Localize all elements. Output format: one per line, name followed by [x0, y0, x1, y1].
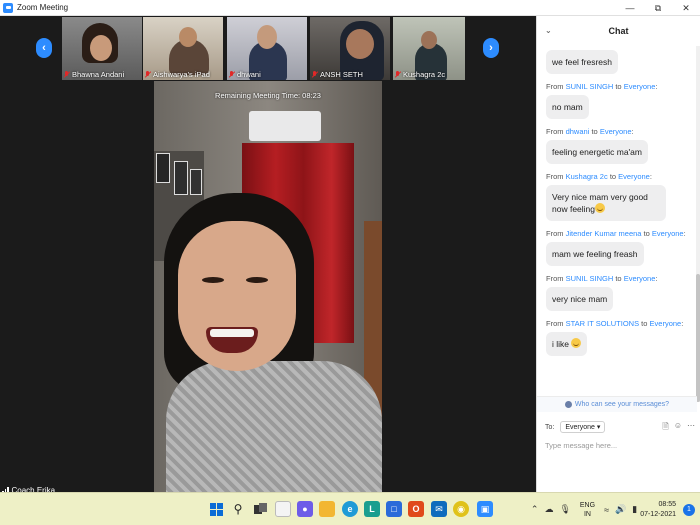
recipient-row: To: Everyone ▾ 🗎 ☺ ⋯ — [545, 420, 695, 434]
chevron-down-icon[interactable]: ⌄ — [545, 26, 552, 35]
scrollbar-thumb[interactable] — [696, 274, 700, 402]
mic-muted-icon — [145, 71, 150, 78]
search-icon[interactable]: ⚲ — [230, 501, 246, 517]
message-bubble: feeling energetic ma'am — [546, 140, 648, 164]
chat-tools: 🗎 ☺ ⋯ — [662, 421, 695, 435]
smile-emoji-icon — [595, 203, 606, 213]
participant-name: dhwani — [229, 70, 261, 79]
message-sender: From Jitender Kumar meena to Everyone: — [546, 229, 686, 238]
message-bubble: we feel fresresh — [546, 50, 618, 74]
chat-message: From SUNIL SINGH to Everyone: no mam — [546, 82, 697, 119]
chat-messages[interactable]: we feel fresresh From SUNIL SINGH to Eve… — [537, 46, 697, 402]
people-icon — [564, 401, 572, 408]
l-app-icon[interactable]: L — [364, 501, 380, 517]
task-view-icon[interactable] — [252, 501, 268, 517]
message-sender: From dhwani to Everyone: — [546, 127, 634, 136]
cloud-icon[interactable]: ☁ — [544, 504, 553, 515]
clock[interactable]: 08:55 07-12-2021 — [640, 500, 676, 520]
zoom-app-icon — [3, 2, 13, 13]
participant-tile[interactable]: Kushagra 2c — [393, 17, 465, 80]
more-icon[interactable]: ⋯ — [687, 421, 695, 435]
system-tray: ⌃ ☁ 🎙 ENG IN ≈ 🔊 ▮ 08:55 07-12-2021 1 — [528, 493, 700, 525]
air-conditioner — [249, 111, 321, 141]
chat-message: From Kushagra 2c to Everyone: Very nice … — [546, 172, 697, 221]
chat-header: ⌄ Chat — [537, 16, 700, 46]
teams-chat-icon[interactable]: ● — [297, 501, 313, 517]
chat-message-input[interactable] — [545, 438, 693, 452]
gallery-prev-button[interactable]: ‹ — [36, 38, 52, 58]
message-bubble: no mam — [546, 95, 589, 119]
chrome-icon[interactable]: ◉ — [453, 501, 469, 517]
mic-muted-icon — [395, 71, 400, 78]
to-label: To: — [545, 423, 555, 431]
title-bar: Zoom Meeting — ⧉ ✕ — [0, 0, 700, 16]
volume-icon[interactable]: 🔊 — [615, 504, 626, 515]
message-sender: From STAR IT SOLUTIONS to Everyone: — [546, 319, 684, 328]
message-bubble: mam we feeling freash — [546, 242, 644, 266]
file-explorer-icon[interactable] — [319, 501, 335, 517]
participant-tile[interactable]: Aishwarya's iPad — [143, 17, 223, 80]
mic-muted-icon — [312, 71, 317, 78]
widgets-icon[interactable] — [275, 501, 291, 517]
message-sender: From SUNIL SINGH to Everyone: — [546, 82, 658, 91]
participant-tile[interactable]: ANSH SETH — [310, 17, 390, 80]
participant-name: ANSH SETH — [312, 70, 363, 79]
close-button[interactable]: ✕ — [672, 0, 700, 16]
chevron-up-icon[interactable]: ⌃ — [531, 504, 539, 515]
windows-start-icon[interactable] — [208, 501, 224, 517]
battery-icon[interactable]: ▮ — [632, 504, 637, 515]
chat-message: From dhwani to Everyone: feeling energet… — [546, 127, 697, 164]
file-icon[interactable]: 🗎 — [662, 421, 668, 435]
message-sender: From SUNIL SINGH to Everyone: — [546, 274, 658, 283]
language-indicator[interactable]: ENG IN — [580, 501, 595, 519]
remaining-time: Remaining Meeting Time: 08:23 — [215, 91, 321, 100]
emoji-icon[interactable]: ☺ — [674, 421, 682, 435]
message-sender: From Kushagra 2c to Everyone: — [546, 172, 652, 181]
message-bubble: Very nice mam very good now feeling — [546, 185, 666, 221]
chat-scrollbar[interactable] — [696, 46, 700, 402]
zoom-taskbar-icon[interactable]: ▣ — [477, 501, 493, 517]
taskbar: ⚲ ● e L □ O ✉ ◉ ▣ ⌃ ☁ 🎙 ENG IN ≈ 🔊 ▮ 08:5… — [0, 492, 700, 525]
smile-emoji-icon — [571, 338, 582, 348]
office-icon[interactable]: O — [408, 501, 424, 517]
edge-browser-icon[interactable]: e — [342, 501, 358, 517]
window-title: Zoom Meeting — [17, 3, 69, 12]
microphone-icon[interactable]: 🎙 — [559, 504, 570, 515]
chat-message: we feel fresresh — [546, 46, 697, 74]
gallery-strip: ‹ Bhawna Andani Aishwarya's iPad dhwani — [0, 16, 536, 80]
store-icon[interactable]: □ — [386, 501, 402, 517]
mic-muted-icon — [229, 71, 234, 78]
wifi-icon[interactable]: ≈ — [604, 505, 609, 515]
message-bubble: i like — [546, 332, 588, 356]
main-speaker-video: Remaining Meeting Time: 08:23 — [154, 81, 382, 501]
speaker-sweater — [166, 361, 382, 501]
notification-badge[interactable]: 1 — [683, 503, 695, 516]
meeting-area: ‹ Bhawna Andani Aishwarya's iPad dhwani — [0, 16, 536, 501]
participant-tile[interactable]: Bhawna Andani — [62, 17, 142, 80]
chat-message: From SUNIL SINGH to Everyone: very nice … — [546, 274, 697, 311]
message-bubble: very nice mam — [546, 287, 614, 311]
minimize-button[interactable]: — — [616, 0, 644, 16]
chat-message: From STAR IT SOLUTIONS to Everyone: i li… — [546, 319, 697, 356]
participant-name: Aishwarya's iPad — [145, 70, 210, 79]
window-controls: — ⧉ ✕ — [616, 0, 700, 16]
who-can-see-link[interactable]: Who can see your messages? — [537, 396, 697, 412]
gallery-next-button[interactable]: › — [483, 38, 499, 58]
chat-message: From Jitender Kumar meena to Everyone: m… — [546, 229, 697, 266]
chat-panel: ⌄ Chat we feel fresresh From SUNIL SINGH… — [536, 16, 700, 492]
participant-name: Kushagra 2c — [395, 70, 445, 79]
mic-muted-icon — [64, 71, 69, 78]
mail-icon[interactable]: ✉ — [431, 501, 447, 517]
chat-title: Chat — [608, 26, 629, 36]
participant-name: Bhawna Andani — [64, 70, 124, 79]
maximize-button[interactable]: ⧉ — [644, 0, 672, 16]
recipient-select[interactable]: Everyone ▾ — [560, 421, 606, 433]
participant-tile[interactable]: dhwani — [227, 17, 307, 80]
